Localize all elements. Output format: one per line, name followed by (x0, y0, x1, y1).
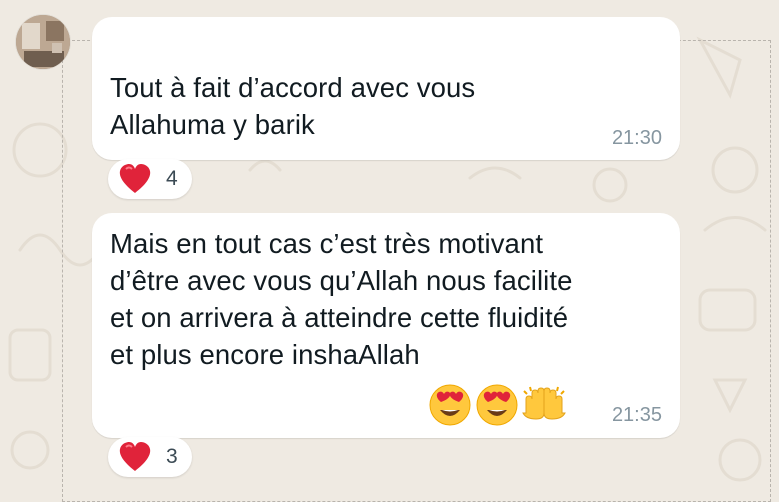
heart-icon (118, 441, 152, 473)
message-bubble[interactable]: Mais en tout cas c’est très motivant d’ê… (92, 213, 680, 438)
reaction-pill[interactable]: 3 (108, 437, 192, 477)
sender-avatar[interactable] (16, 15, 70, 69)
message-time: 21:35 (611, 404, 662, 426)
reaction-pill[interactable]: 4 (108, 159, 192, 199)
message-time: 21:30 (611, 127, 662, 149)
emoji-row (428, 346, 566, 464)
reaction-count: 3 (166, 445, 178, 468)
heart-icon (118, 163, 152, 195)
avatar-photo-icon (16, 15, 70, 69)
message-text: Tout à fait d’accord avec vous Allahuma … (110, 72, 476, 140)
message-text: Mais en tout cas c’est très motivant d’ê… (110, 225, 573, 464)
message-bubble[interactable]: Tout à fait d’accord avec vous Allahuma … (92, 17, 680, 160)
heart-eyes-emoji (475, 346, 519, 464)
reaction-count: 4 (166, 167, 178, 190)
raising-hands-emoji (521, 346, 566, 464)
heart-eyes-emoji (428, 346, 472, 464)
